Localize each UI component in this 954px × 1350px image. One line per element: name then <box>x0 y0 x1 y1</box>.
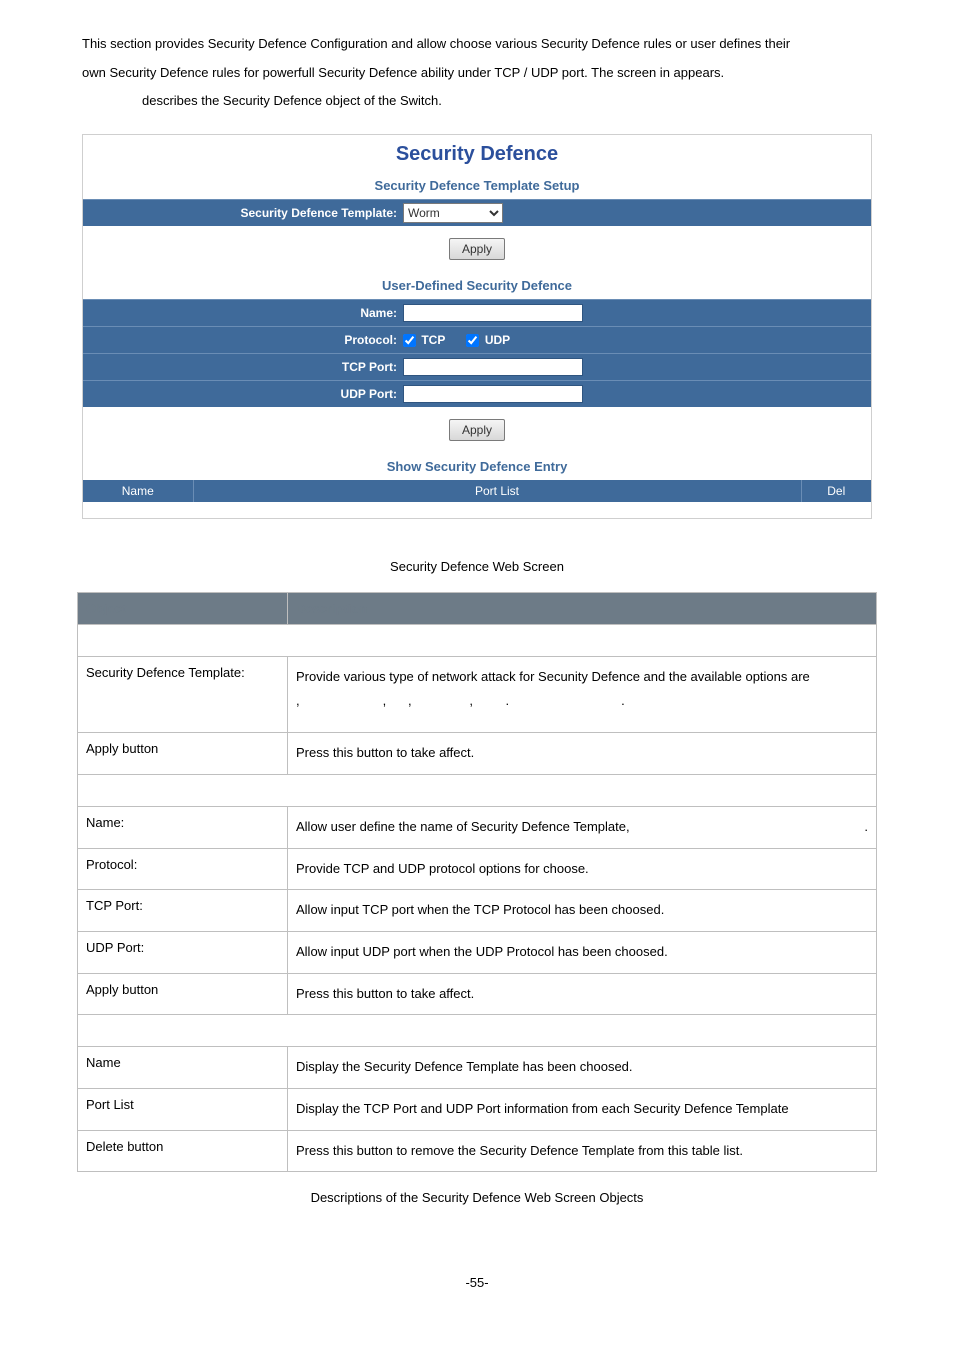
desc-head-description: Description <box>288 592 877 624</box>
name-label: Name: <box>83 300 403 326</box>
intro-line2b: appears. <box>674 65 725 80</box>
tcpport-label: TCP Port: <box>83 354 403 380</box>
desc-protocol: Provide TCP and UDP protocol options for… <box>288 848 877 890</box>
sect3: Show Security Defence Entry <box>78 1015 877 1047</box>
description-table: Object Description Security Defence Temp… <box>77 592 877 1173</box>
protocol-row: Protocol: TCP UDP <box>83 326 871 353</box>
desc-udpport: Allow input UDP port when the UDP Protoc… <box>288 931 877 973</box>
table-row: Apply button Press this button to take a… <box>78 733 877 775</box>
desc-template: Provide various type of network attack f… <box>288 656 877 732</box>
page-number: -55- <box>0 1275 954 1290</box>
obj-protocol: Protocol: <box>78 848 288 890</box>
desc-name-tail: . <box>864 815 868 840</box>
tcpport-input[interactable] <box>403 358 583 376</box>
figure-caption: Security Defence Web Screen <box>0 559 954 574</box>
table-row: TCP Port: Allow input TCP port when the … <box>78 890 877 932</box>
template-label: Security Defence Template: <box>83 200 403 226</box>
sect1: Security Defence Template Setup <box>78 624 877 656</box>
table-row: Protocol: Provide TCP and UDP protocol o… <box>78 848 877 890</box>
table-row: Name Display the Security Defence Templa… <box>78 1047 877 1089</box>
entry-table: Name Port List Del <box>83 480 871 502</box>
table-row: Security Defence Template: Provide vario… <box>78 656 877 732</box>
intro-line3: describes the Security Defence object of… <box>82 93 442 108</box>
udpport-input[interactable] <box>403 385 583 403</box>
udpport-row: UDP Port: <box>83 380 871 407</box>
template-select[interactable]: Worm <box>403 203 503 223</box>
user-defined-header: User-Defined Security Defence <box>83 272 871 299</box>
tcpport-row: TCP Port: <box>83 353 871 380</box>
desc-template-text: Provide various type of network attack f… <box>296 669 810 684</box>
obj-template: Security Defence Template: <box>78 656 288 732</box>
desc-name: Allow user define the name of Security D… <box>288 806 877 848</box>
tcp-checkbox[interactable] <box>403 334 416 347</box>
entry-col-portlist: Port List <box>193 480 801 502</box>
sect2: User-Defined Security Defence <box>78 774 877 806</box>
udpport-label: UDP Port: <box>83 381 403 407</box>
desc-name-text: Allow user define the name of Security D… <box>296 819 630 834</box>
apply-template-button[interactable]: Apply <box>449 238 505 260</box>
desc-delete: Press this button to remove the Security… <box>288 1130 877 1172</box>
table-row: Apply button Press this button to take a… <box>78 973 877 1015</box>
entry-spacer <box>83 502 871 518</box>
desc-template-text2: , , , , . . <box>296 693 625 708</box>
udp-checkbox[interactable] <box>466 334 479 347</box>
obj-apply1: Apply button <box>78 733 288 775</box>
name-input[interactable] <box>403 304 583 322</box>
entry-col-name: Name <box>83 480 193 502</box>
obj-apply2: Apply button <box>78 973 288 1015</box>
table-caption: Descriptions of the Security Defence Web… <box>0 1190 954 1205</box>
obj-ename: Name <box>78 1047 288 1089</box>
name-row: Name: <box>83 299 871 326</box>
intro-text: This section provides Security Defence C… <box>0 30 954 116</box>
desc-head-object: Object <box>78 592 288 624</box>
desc-portlist: Display the TCP Port and UDP Port inform… <box>288 1088 877 1130</box>
table-row: UDP Port: Allow input UDP port when the … <box>78 931 877 973</box>
show-entry-header: Show Security Defence Entry <box>83 453 871 480</box>
obj-tcpport: TCP Port: <box>78 890 288 932</box>
desc-tcpport: Allow input TCP port when the TCP Protoc… <box>288 890 877 932</box>
table-row: Port List Display the TCP Port and UDP P… <box>78 1088 877 1130</box>
template-setup-header: Security Defence Template Setup <box>83 172 871 199</box>
template-row: Security Defence Template: Worm <box>83 199 871 226</box>
obj-delete: Delete button <box>78 1130 288 1172</box>
apply-userdef-button[interactable]: Apply <box>449 419 505 441</box>
figure-title: Security Defence <box>83 135 871 172</box>
desc-apply1: Press this button to take affect. <box>288 733 877 775</box>
table-row: Delete button Press this button to remov… <box>78 1130 877 1172</box>
intro-line1: This section provides Security Defence C… <box>82 36 790 51</box>
obj-name: Name: <box>78 806 288 848</box>
obj-portlist: Port List <box>78 1088 288 1130</box>
obj-udpport: UDP Port: <box>78 931 288 973</box>
table-row: Name: Allow user define the name of Secu… <box>78 806 877 848</box>
desc-apply2: Press this button to take affect. <box>288 973 877 1015</box>
intro-line2a: own Security Defence rules for powerfull… <box>82 65 674 80</box>
entry-col-del: Del <box>801 480 871 502</box>
security-defence-figure: Security Defence Security Defence Templa… <box>82 134 872 519</box>
tcp-label: TCP <box>421 333 445 347</box>
desc-ename: Display the Security Defence Template ha… <box>288 1047 877 1089</box>
udp-label: UDP <box>485 333 510 347</box>
protocol-label: Protocol: <box>83 327 403 353</box>
